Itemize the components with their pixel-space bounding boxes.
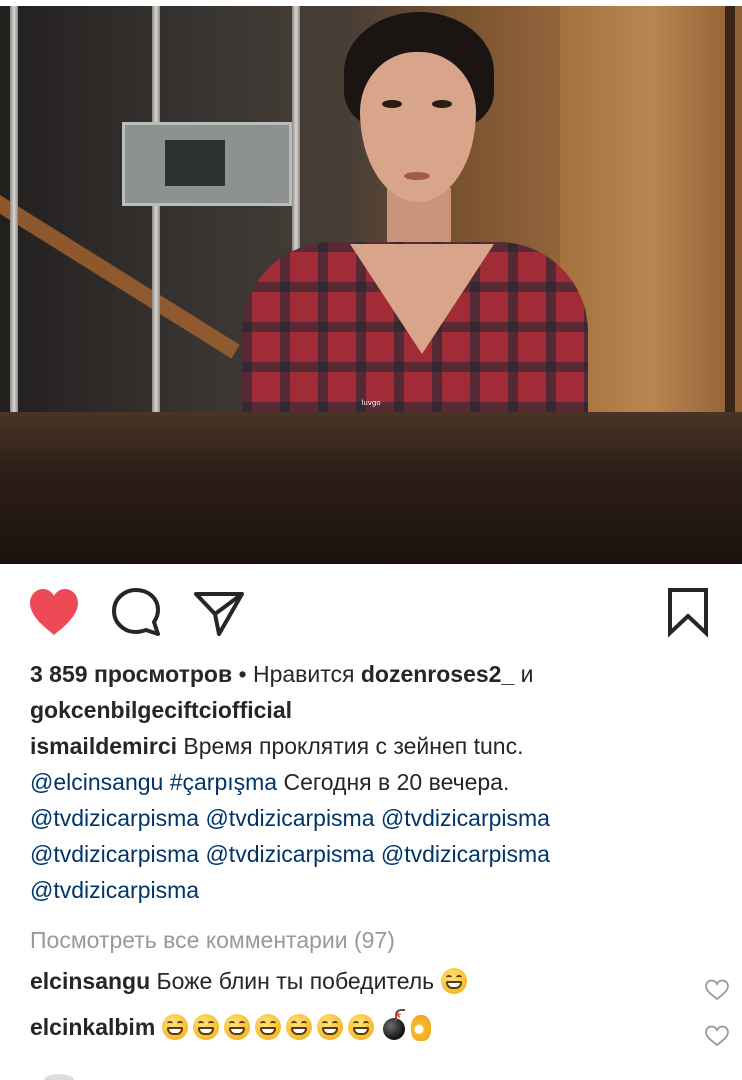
grinning-face-icon [285,1014,312,1040]
grinning-face-icon [316,1014,343,1040]
woman-figure [232,12,592,412]
post-details: 3 859 просмотров • Нравится dozenroses2_… [30,656,729,1050]
mention-link[interactable]: @tvdizicarpisma [381,841,550,867]
comment-author[interactable]: elcinsangu [30,968,150,994]
and-word: и [520,661,534,687]
paper-plane-icon[interactable] [192,586,248,642]
post-video[interactable]: luvgo [0,0,742,564]
comment-row: elcinsangu Боже блин ты победитель [30,958,729,1004]
grinning-face-icon [440,968,467,994]
next-item-peek [44,1074,74,1080]
grinning-face-icon [192,1014,219,1040]
bomb-icon [382,996,405,1042]
mention-link[interactable]: @tvdizicarpisma [381,805,550,831]
view-all-comments-link[interactable]: Посмотреть все комментарии (97) [30,922,720,958]
caption-line: ismaildemirci Время проклятия с зейнеп t… [30,728,720,764]
grinning-face-icon [254,1014,281,1040]
hashtag-link[interactable]: #çarpışma [170,769,277,795]
mention-link[interactable]: @tvdizicarpisma [30,805,199,831]
like-comment-heart-icon[interactable] [704,1016,730,1047]
heart-filled-icon[interactable] [26,586,82,642]
comment-row: elcinkalbim [30,996,729,1050]
grinning-face-icon [161,1014,188,1040]
mention-link[interactable]: @tvdizicarpisma [30,877,199,903]
video-frame: luvgo [0,0,742,412]
mention-link[interactable]: @elcinsangu [30,769,163,795]
views-likes-line: 3 859 просмотров • Нравится dozenroses2_… [30,656,720,692]
mention-link[interactable]: @tvdizicarpisma [30,841,199,867]
caption-author[interactable]: ismaildemirci [30,733,177,759]
separator: • [238,661,247,687]
caption-text: Время проклятия с зейнеп tunc. [183,733,524,759]
video-watermark: luvgo [361,399,381,407]
bookmark-icon[interactable] [664,586,720,642]
liked-user-link[interactable]: dozenroses2_ [361,661,514,687]
ok-hand-icon [410,1015,431,1041]
instagram-post: luvgo 3 859 просмотров • Нравится dozenr… [0,0,742,1080]
caption-text: Сегодня в 20 вечера. [283,769,510,795]
liked-user-link[interactable]: gokcenbilgeciftciofficial [30,697,292,723]
liked-by-label: Нравится [252,661,355,687]
mention-link[interactable]: @tvdizicarpisma [205,841,374,867]
comment-author[interactable]: elcinkalbim [30,1014,155,1040]
comment-bubble-icon[interactable] [110,586,166,642]
comment-text: Боже блин ты победитель [156,968,435,994]
view-count[interactable]: 3 859 просмотров [30,661,232,687]
mention-link[interactable]: @tvdizicarpisma [205,805,374,831]
video-lower-band [0,412,742,564]
grinning-face-icon [347,1014,374,1040]
grinning-face-icon [223,1014,250,1040]
action-bar [0,580,742,644]
like-comment-heart-icon[interactable] [704,970,730,1001]
